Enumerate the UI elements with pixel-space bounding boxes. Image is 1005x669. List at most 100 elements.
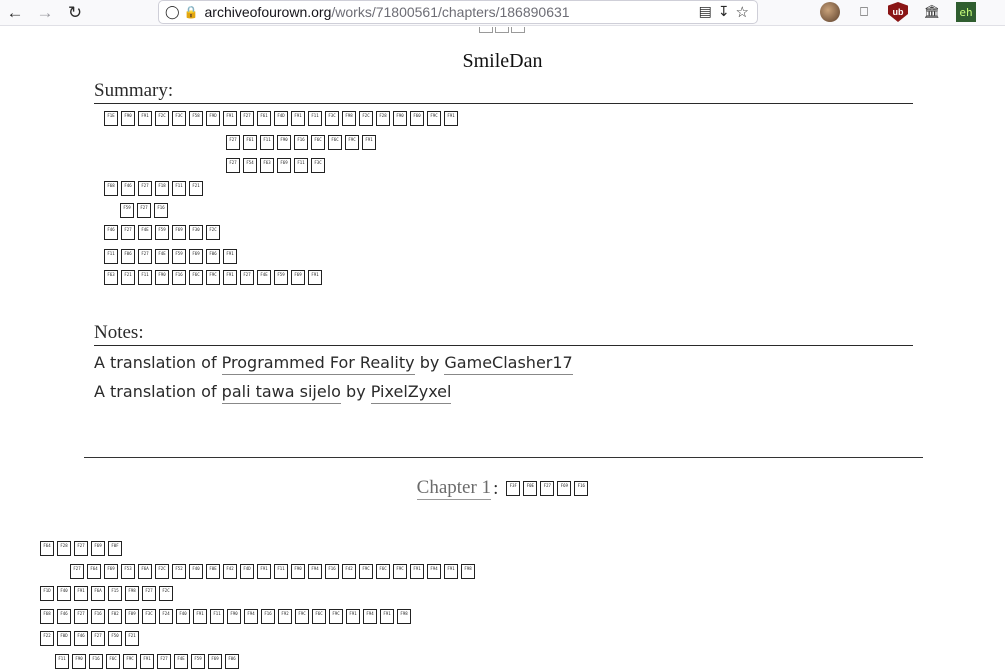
chapter-separator: : [493,477,499,499]
section-divider [84,457,923,458]
missing-glyph: F9C [295,609,309,624]
url-text[interactable]: archiveofourown.org/works/71800561/chapt… [205,4,570,20]
missing-glyph: F92 [278,609,292,624]
missing-glyph: F58 [189,111,203,126]
url-bar[interactable]: ◯ 🔒 archiveofourown.org/works/71800561/c… [158,0,758,24]
glyph-line: F59 F27 F16 [120,203,168,218]
library-icon[interactable]: 🏛 [922,2,942,22]
missing-glyph: F1D [40,586,54,601]
missing-glyph: F2C [155,111,169,126]
missing-glyph: F69 [277,158,291,173]
missing-glyph: F94 [427,564,441,579]
note-prefix: A translation of [94,382,222,401]
missing-glyph: F1E [104,111,118,126]
missing-glyph: F16 [91,609,105,624]
missing-glyph: F21 [189,181,203,196]
missing-glyph: F16 [325,564,339,579]
missing-glyph: F94 [308,564,322,579]
missing-glyph: F11 [210,609,224,624]
missing-glyph: F27 [240,111,254,126]
missing-glyph: F9D [206,111,220,126]
missing-glyph: F40 [176,609,190,624]
glyph-line: F68 F46 F27 F16 F02 F09 F3C F24 F40 F91 F11 F90 F94 F… [40,609,411,624]
reload-icon[interactable]: ↻ [60,0,90,26]
bookmark-star-icon[interactable]: ☆ [736,3,749,21]
missing-glyph: F0D [57,631,71,646]
note-by: by [340,382,371,401]
source-work-link[interactable]: pali tawa sijelo [221,382,341,404]
missing-glyph: F46 [74,631,88,646]
glyph-line: F68 F46 F27 F18 F11 F21 [104,181,203,196]
missing-glyph: F54 [243,158,257,173]
missing-glyph: F59 [274,270,288,285]
missing-glyph: F91 [410,564,424,579]
missing-glyph: F15 [108,586,122,601]
missing-glyph: F27 [137,203,151,218]
source-author-link[interactable]: PixelZyxel [370,382,452,404]
missing-glyph: F4E [155,249,169,264]
missing-glyph: F6C [328,135,342,150]
missing-glyph: F69 [91,541,105,556]
missing-glyph: F91 [138,111,152,126]
missing-glyph: F06 [206,249,220,264]
back-icon[interactable]: ← [0,0,30,26]
missing-glyph: F68 [40,609,54,624]
missing-glyph: F2C [159,586,173,601]
missing-glyph: F90 [155,270,169,285]
reader-icon[interactable]: ▤ [699,3,712,21]
missing-glyph: F21 [121,270,135,285]
missing-glyph: F27 [74,609,88,624]
missing-glyph: F63 [104,270,118,285]
missing-glyph: F59 [172,249,186,264]
missing-glyph: F91 [380,609,394,624]
missing-glyph: F59 [120,203,134,218]
work-author[interactable]: SmileDan [0,50,1005,73]
missing-glyph: F50 [108,631,122,646]
missing-glyph: F3C [325,111,339,126]
glyph-line: F1D F40 F91 F6A F15 F98 F27 F2C [40,586,173,601]
missing-glyph: F21 [125,631,139,646]
missing-glyph: F06 [121,249,135,264]
download-icon[interactable]: ↧ [718,3,730,21]
missing-glyph: F94 [363,609,377,624]
missing-glyph: F27 [138,249,152,264]
missing-glyph: F2C [359,111,373,126]
shield-icon[interactable]: ◯ [165,4,180,20]
missing-glyph: F91 [346,609,360,624]
missing-glyph: F0E [206,564,220,579]
missing-glyph: F9C [329,609,343,624]
note-line-2: A translation of pali tawa sijelo by Pix… [94,382,452,404]
missing-glyph: F27 [121,225,135,240]
missing-glyph: F69 [189,249,203,264]
source-work-link[interactable]: Programmed For Reality [221,353,415,375]
lock-icon[interactable]: 🔒 [184,5,199,19]
source-author-link[interactable]: GameClasher17 [444,353,573,375]
missing-glyph: F61 [257,111,271,126]
missing-glyph: F30 [189,225,203,240]
missing-glyph: F2C [155,564,169,579]
missing-glyph: F4E [138,225,152,240]
missing-glyph: F6C [376,564,390,579]
avatar-icon[interactable] [820,2,840,22]
missing-glyph: F91 [444,564,458,579]
forward-icon[interactable]: → [30,0,60,26]
glyph-line: F63 F21 F11 F90 F16 F6C F9C F91 F27 F4E F59 F69 F91 [104,270,322,285]
missing-glyph: F11 [308,111,322,126]
missing-glyph: F64 [40,541,54,556]
ublock-icon[interactable]: ub [888,2,908,22]
missing-glyph: F27 [70,564,84,579]
extensions-icon[interactable]: ⎕ [854,2,874,22]
missing-glyph: F98 [397,609,411,624]
eh-icon[interactable]: eh [956,2,976,22]
missing-glyph: F40 [189,564,203,579]
missing-glyph: F27 [226,135,240,150]
missing-glyph: F69 [104,564,118,579]
missing-glyph: F98 [461,564,475,579]
glyph-line: F22 F0D F46 F27 F50 F21 [40,631,139,646]
notes-heading: Notes: [94,322,913,346]
missing-glyph: F9C [393,564,407,579]
chapter-link[interactable]: Chapter 1 [416,477,492,500]
note-line-1: A translation of Programmed For Reality … [94,353,573,375]
missing-glyph: F11 [294,158,308,173]
missing-glyph: F91 [74,586,88,601]
